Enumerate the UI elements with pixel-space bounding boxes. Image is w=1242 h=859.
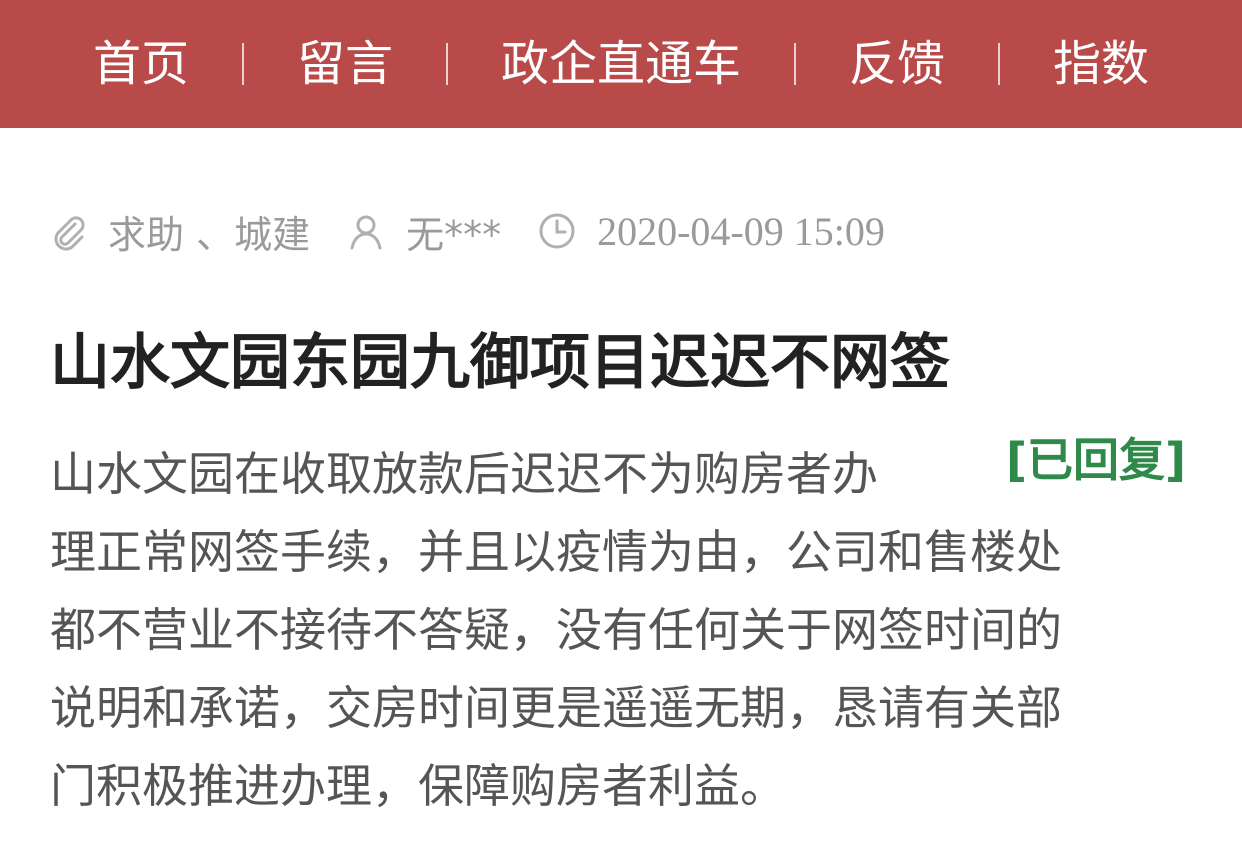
nav-divider	[998, 43, 1001, 85]
post-body-line: 理正常网签手续，并且以疫情为由，公司和售楼处	[50, 525, 1062, 579]
nav-item-home[interactable]: 首页	[93, 40, 189, 88]
post-body-line: 都不营业不接待不答疑，没有任何关于网签时间的	[50, 603, 1062, 657]
post-title: 山水文园东园九御项目迟迟不网签	[50, 328, 950, 398]
clock-icon	[537, 211, 577, 251]
post-category: 求助 、城建	[108, 212, 311, 257]
nav-divider	[241, 43, 244, 85]
nav-item-feedback[interactable]: 反馈	[849, 40, 945, 88]
post-author: 无***	[406, 212, 502, 257]
post-meta: 求助 、城建 无*** 2020-04-09 15:09	[48, 203, 885, 259]
nav-divider	[445, 43, 448, 85]
nav-item-message[interactable]: 留言	[297, 40, 393, 88]
user-icon	[346, 211, 386, 251]
paperclip-icon	[48, 211, 88, 251]
post-body-line: 门积极推进办理，保障购房者利益。	[50, 759, 786, 813]
post-body: 山水文园在收取放款后迟迟不为购房者办 理正常网签手续，并且以疫情为由，公司和售楼…	[50, 435, 1200, 825]
post-body-line: 山水文园在收取放款后迟迟不为购房者办	[50, 447, 878, 501]
nav-divider	[794, 43, 796, 85]
post-datetime: 2020-04-09 15:09	[597, 208, 885, 254]
top-nav-bar: 首页 留言 政企直通车 反馈 指数	[0, 0, 1242, 128]
nav-item-gov-enterprise[interactable]: 政企直通车	[501, 40, 741, 88]
nav-item-index[interactable]: 指数	[1053, 40, 1149, 88]
post-body-line: 说明和承诺，交房时间更是遥遥无期，恳请有关部	[50, 681, 1062, 735]
